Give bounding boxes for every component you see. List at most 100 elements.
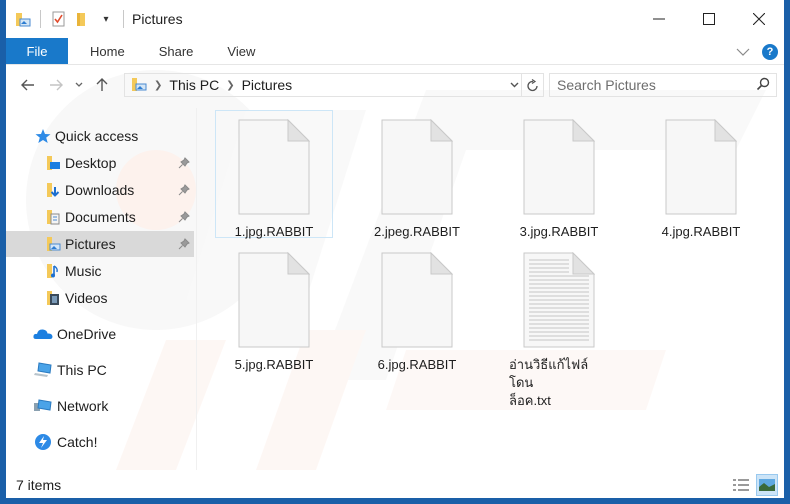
sidebar-item-pictures[interactable]: Pictures <box>6 231 194 257</box>
network-icon <box>33 398 53 414</box>
recent-locations-dropdown[interactable] <box>70 73 88 97</box>
tab-view[interactable]: View <box>211 38 271 64</box>
search-input[interactable] <box>557 77 747 93</box>
file-item[interactable]: 5.jpg.RABBIT <box>215 243 333 372</box>
details-view-button[interactable] <box>730 474 752 496</box>
desktop-folder-icon <box>45 155 61 171</box>
sidebar-item-music[interactable]: Music <box>6 258 194 284</box>
this-pc-icon <box>33 362 53 378</box>
file-item[interactable]: อ่านวิธีแก้ไฟล์โดน ล็อค.txt <box>500 243 618 408</box>
sidebar-item-onedrive[interactable]: OneDrive <box>6 321 194 347</box>
sidebar-item-label: Desktop <box>65 155 117 171</box>
sidebar-item-quick-access[interactable]: Quick access <box>6 123 194 149</box>
maximize-button[interactable] <box>684 0 734 38</box>
sidebar-item-catch[interactable]: Catch! <box>6 429 194 455</box>
file-item[interactable]: 2.jpeg.RABBIT <box>358 110 476 239</box>
pictures-folder-icon <box>45 236 61 252</box>
sidebar-item-this-pc[interactable]: This PC <box>6 357 194 383</box>
toolbar-divider <box>40 10 41 28</box>
sidebar-item-label: Quick access <box>55 128 139 144</box>
onedrive-icon <box>33 326 53 342</box>
downloads-folder-icon <box>45 182 61 198</box>
blank-file-icon <box>523 118 596 215</box>
forward-button[interactable] <box>42 73 70 97</box>
new-folder-icon[interactable] <box>73 10 91 28</box>
file-explorer-window: ▾ Pictures File Home Share View ? ❯ This… <box>6 0 784 498</box>
file-name-line-2: ล็อค.txt <box>509 393 551 408</box>
tab-share[interactable]: Share <box>143 38 210 64</box>
tab-file[interactable]: File <box>6 38 68 64</box>
sidebar-item-label: Catch! <box>57 434 98 450</box>
back-button[interactable] <box>14 73 42 97</box>
pin-icon[interactable] <box>178 156 190 172</box>
search-box[interactable] <box>549 73 777 97</box>
sidebar-item-label: Music <box>65 263 102 279</box>
sidebar-item-downloads[interactable]: Downloads <box>6 177 194 203</box>
breadcrumb-this-pc[interactable]: This PC <box>169 77 219 93</box>
file-name: 2.jpeg.RABBIT <box>374 224 460 239</box>
file-item[interactable]: 1.jpg.RABBIT <box>215 110 333 239</box>
catch-icon <box>33 434 53 450</box>
blank-file-icon <box>381 251 454 348</box>
window-controls <box>634 0 784 38</box>
file-item[interactable]: 6.jpg.RABBIT <box>358 243 476 372</box>
breadcrumb-separator-icon[interactable]: ❯ <box>154 80 162 91</box>
search-icon[interactable] <box>756 77 770 94</box>
close-button[interactable] <box>734 0 784 38</box>
help-button[interactable]: ? <box>762 43 778 60</box>
breadcrumb-separator-icon[interactable]: ❯ <box>226 80 234 91</box>
expand-ribbon-chevron-icon[interactable] <box>736 44 750 59</box>
blank-file-icon <box>665 118 738 215</box>
blank-file-icon <box>381 118 454 215</box>
ribbon-right-controls: ? <box>736 38 778 65</box>
file-item[interactable]: 3.jpg.RABBIT <box>500 110 618 239</box>
up-button[interactable] <box>88 73 116 97</box>
properties-icon[interactable] <box>49 10 67 28</box>
large-icons-view-button[interactable] <box>756 474 778 496</box>
address-bar[interactable]: ❯ This PC ❯ Pictures <box>124 73 544 97</box>
text-file-icon <box>523 251 596 348</box>
file-name: 3.jpg.RABBIT <box>519 224 599 239</box>
music-folder-icon <box>45 263 61 279</box>
title-bar: ▾ Pictures <box>6 0 784 38</box>
pin-icon[interactable] <box>178 237 190 253</box>
item-count: 7 items <box>16 477 62 493</box>
address-history-dropdown-icon[interactable] <box>510 74 519 96</box>
pin-icon[interactable] <box>178 183 190 199</box>
blank-file-icon <box>238 118 311 215</box>
ribbon-tabs: File Home Share View ? <box>6 38 784 65</box>
file-name: อ่านวิธีแก้ไฟล์โดน ล็อค.txt <box>509 356 609 410</box>
blank-file-icon <box>238 251 311 348</box>
sidebar-item-label: Downloads <box>65 182 135 198</box>
breadcrumb-pictures[interactable]: Pictures <box>242 77 293 93</box>
file-name-line-1: อ่านวิธีแก้ไฟล์โดน <box>509 357 589 390</box>
pane-splitter[interactable] <box>196 108 197 470</box>
file-list: 1.jpg.RABBIT 2.jpeg.RABBIT 3.jpg.RABBIT … <box>198 108 782 470</box>
sidebar-item-documents[interactable]: Documents <box>6 204 194 230</box>
sidebar-item-label: OneDrive <box>57 326 117 342</box>
refresh-button[interactable] <box>521 74 543 96</box>
folder-pictures-icon <box>14 10 32 28</box>
view-toggles <box>730 472 778 498</box>
sidebar-item-label: Videos <box>65 290 108 306</box>
file-name: 1.jpg.RABBIT <box>234 224 314 239</box>
file-item[interactable]: 4.jpg.RABBIT <box>642 110 760 239</box>
documents-folder-icon <box>45 209 61 225</box>
sidebar-item-desktop[interactable]: Desktop <box>6 150 194 176</box>
sidebar-item-network[interactable]: Network <box>6 393 194 419</box>
tab-home[interactable]: Home <box>74 38 141 64</box>
sidebar-item-videos[interactable]: Videos <box>6 285 194 311</box>
customize-toolbar-dropdown-icon[interactable]: ▾ <box>97 10 115 28</box>
navigation-pane: Quick access Desktop Downloads Documents <box>6 108 196 468</box>
file-name: 5.jpg.RABBIT <box>234 357 314 372</box>
quick-access-star-icon <box>35 128 51 144</box>
toolbar-divider <box>123 10 124 28</box>
status-bar: 7 items <box>6 472 784 498</box>
pin-icon[interactable] <box>178 210 190 226</box>
sidebar-item-label: Documents <box>65 209 136 225</box>
window-title: Pictures <box>132 11 183 27</box>
navigation-bar: ❯ This PC ❯ Pictures <box>6 70 784 100</box>
pictures-location-icon <box>131 76 147 95</box>
file-name: 6.jpg.RABBIT <box>377 357 457 372</box>
minimize-button[interactable] <box>634 0 684 38</box>
